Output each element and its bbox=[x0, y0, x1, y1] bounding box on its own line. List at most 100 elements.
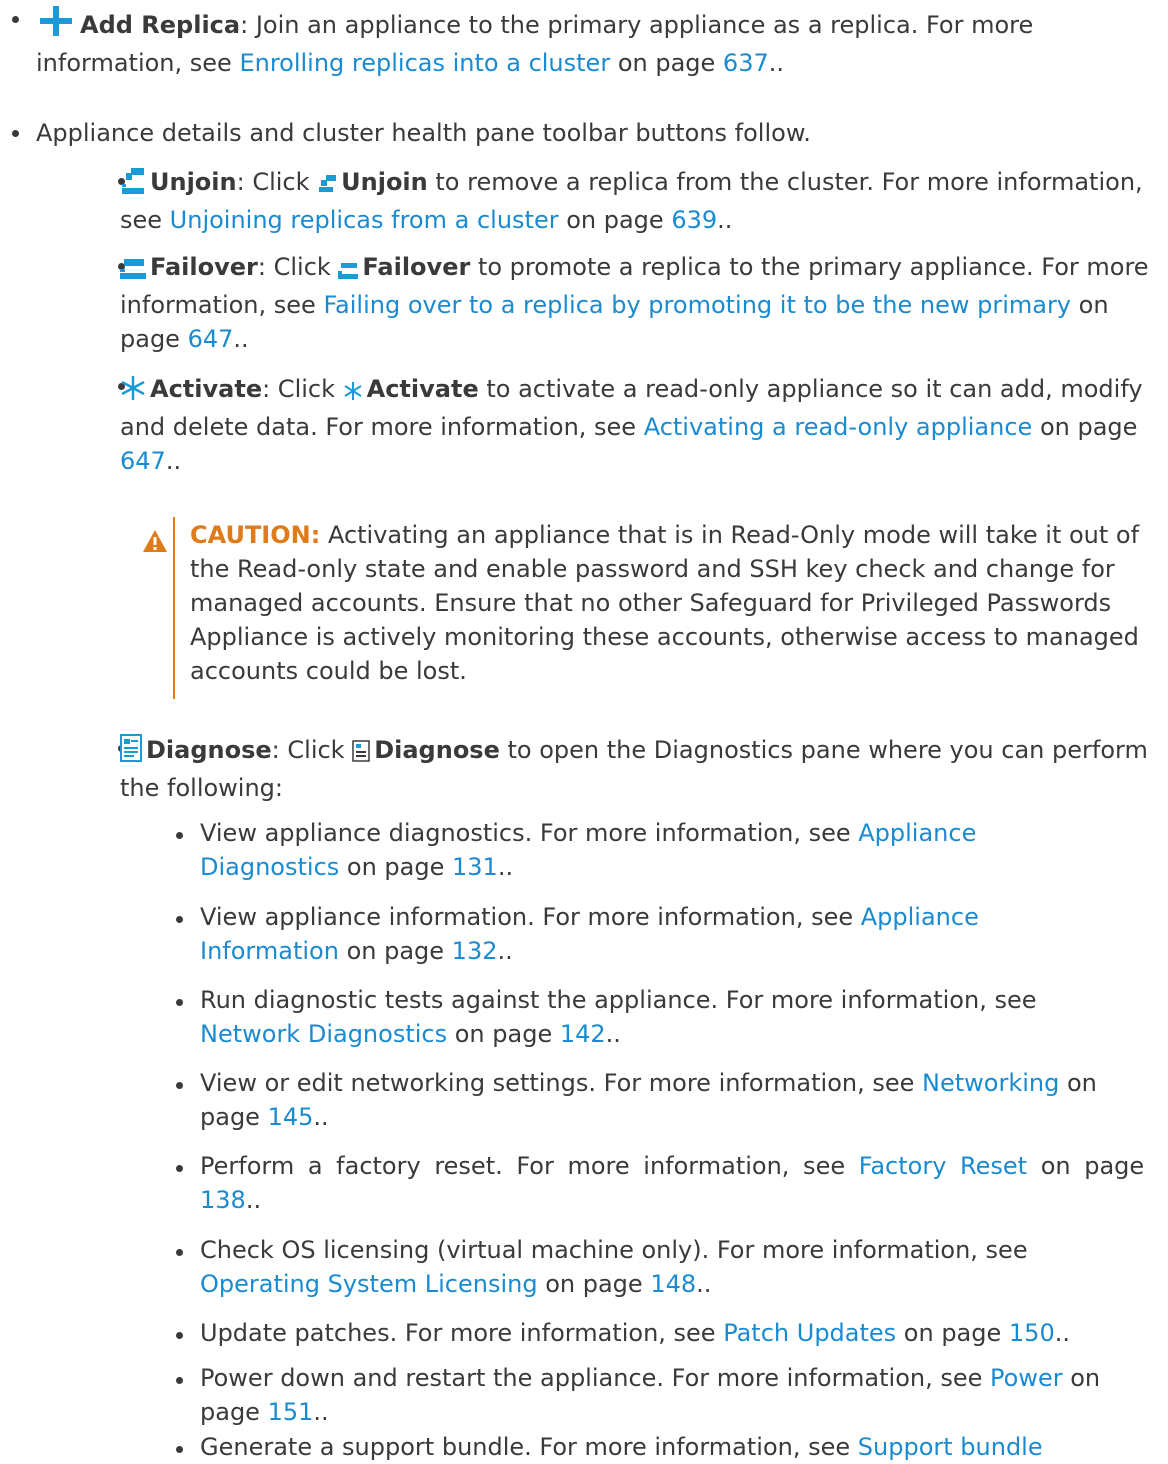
caution-note: CAUTION: Activating an appliance that is… bbox=[190, 518, 1155, 688]
end-text: .. bbox=[313, 1103, 329, 1131]
caution-label: CAUTION: bbox=[190, 521, 321, 549]
on-page-text: on page bbox=[1027, 1152, 1145, 1180]
on-page-text: on page bbox=[610, 49, 723, 77]
on-page-text: on page bbox=[447, 1020, 560, 1048]
end-text: .. bbox=[717, 206, 733, 234]
toolbar-intro: Appliance details and cluster health pan… bbox=[36, 119, 811, 147]
diag-item: View appliance diagnostics. For more inf… bbox=[200, 816, 1100, 884]
diagnose-title: Diagnose bbox=[146, 736, 272, 764]
diag-item: Update patches. For more information, se… bbox=[200, 1316, 1160, 1350]
diag-text: Check OS licensing (virtual machine only… bbox=[200, 1236, 1028, 1264]
page-132-link[interactable]: 132 bbox=[452, 937, 498, 965]
end-text: .. bbox=[245, 1186, 262, 1214]
on-page-text: on page bbox=[339, 853, 452, 881]
diag-item: Run diagnostic tests against the applian… bbox=[200, 983, 1080, 1051]
end-text: .. bbox=[696, 1270, 712, 1298]
page-131-link[interactable]: 131 bbox=[452, 853, 498, 881]
page-647-link-2[interactable]: 647 bbox=[120, 447, 166, 475]
click-text: : Click bbox=[271, 736, 353, 764]
enrolling-replicas-link[interactable]: Enrolling replicas into a cluster bbox=[239, 49, 610, 77]
click-text: : Click bbox=[236, 168, 318, 196]
activate-small-icon bbox=[343, 376, 363, 410]
diag-item: View appliance information. For more inf… bbox=[200, 900, 1100, 968]
end-text: .. bbox=[497, 853, 514, 881]
bullet bbox=[176, 999, 183, 1006]
factory-reset-link[interactable]: Factory Reset bbox=[859, 1152, 1027, 1180]
page-151-link[interactable]: 151 bbox=[268, 1398, 314, 1426]
diagnose-item: Diagnose: Click Diagnose to open the Dia… bbox=[120, 733, 1160, 805]
bullet bbox=[176, 1082, 183, 1089]
bullet bbox=[12, 130, 19, 137]
unjoin-title-2: Unjoin bbox=[341, 168, 428, 196]
patch-updates-link[interactable]: Patch Updates bbox=[723, 1319, 896, 1347]
diag-text: Run diagnostic tests against the applian… bbox=[200, 986, 1037, 1014]
bullet bbox=[176, 1249, 183, 1256]
on-page-text: on page bbox=[1032, 413, 1138, 441]
diag-text: Update patches. For more information, se… bbox=[200, 1319, 724, 1347]
diag-item: Check OS licensing (virtual machine only… bbox=[200, 1233, 1120, 1301]
page-145-link[interactable]: 145 bbox=[268, 1103, 314, 1131]
page-637-link[interactable]: 637 bbox=[723, 49, 769, 77]
diag-text: Generate a support bundle. For more info… bbox=[200, 1433, 858, 1461]
diag-text: View appliance information. For more inf… bbox=[200, 903, 861, 931]
caution-bar bbox=[173, 517, 175, 699]
warning-icon bbox=[142, 528, 168, 562]
unjoining-replicas-link[interactable]: Unjoining replicas from a cluster bbox=[170, 206, 559, 234]
os-licensing-link[interactable]: Operating System Licensing bbox=[200, 1270, 538, 1298]
page-647-link[interactable]: 647 bbox=[188, 325, 234, 353]
on-page-text: on page bbox=[338, 937, 452, 965]
failover-title-2: Failover bbox=[362, 253, 471, 281]
document-page: Add Replica: Join an appliance to the pr… bbox=[0, 0, 1168, 1463]
bullet bbox=[176, 1446, 183, 1453]
page-150-link[interactable]: 150 bbox=[1009, 1319, 1055, 1347]
diag-item: View or edit networking settings. For mo… bbox=[200, 1066, 1155, 1134]
caution-text: Activating an appliance that is in Read-… bbox=[190, 521, 1140, 685]
activate-title: Activate bbox=[150, 375, 263, 403]
diag-item: Perform a factory reset. For more inform… bbox=[200, 1149, 1155, 1217]
diag-text: Perform a factory reset. For more inform… bbox=[200, 1152, 859, 1180]
bullet bbox=[176, 1165, 183, 1172]
bullet bbox=[176, 916, 183, 923]
end-text: .. bbox=[233, 325, 249, 353]
failover-small-icon bbox=[338, 254, 359, 288]
activate-title-2: Activate bbox=[366, 375, 479, 403]
unjoin-small-icon bbox=[317, 169, 337, 203]
networking-link[interactable]: Networking bbox=[922, 1069, 1059, 1097]
on-page-text: on page bbox=[896, 1319, 1009, 1347]
failover-title: Failover bbox=[150, 253, 258, 281]
bullet bbox=[176, 1377, 183, 1384]
diag-text: View appliance diagnostics. For more inf… bbox=[200, 819, 859, 847]
activate-icon bbox=[120, 375, 146, 410]
unjoin-icon bbox=[120, 168, 146, 203]
diagnose-icon bbox=[120, 734, 142, 771]
activate-item: Activate: Click Activate to activate a r… bbox=[120, 372, 1160, 478]
click-text: : Click bbox=[262, 375, 343, 403]
add-replica-item: Add Replica: Join an appliance to the pr… bbox=[36, 5, 1146, 80]
add-replica-title: Add Replica bbox=[80, 11, 241, 39]
page-639-link[interactable]: 639 bbox=[671, 206, 717, 234]
on-page-text: on page bbox=[537, 1270, 651, 1298]
end-text: .. bbox=[1054, 1319, 1070, 1347]
end-text: .. bbox=[605, 1020, 621, 1048]
unjoin-title: Unjoin bbox=[150, 168, 237, 196]
page-138-link[interactable]: 138 bbox=[200, 1186, 246, 1214]
failover-icon bbox=[120, 254, 146, 288]
end-text: .. bbox=[497, 937, 513, 965]
diag-text: Power down and restart the appliance. Fo… bbox=[200, 1364, 991, 1392]
diagnose-title-2: Diagnose bbox=[374, 736, 500, 764]
page-142-link[interactable]: 142 bbox=[560, 1020, 606, 1048]
failover-item: Failover: Click Failover to promote a re… bbox=[120, 250, 1155, 356]
bullet bbox=[176, 832, 183, 839]
activating-read-only-link[interactable]: Activating a read-only appliance bbox=[644, 413, 1033, 441]
diag-item: Generate a support bundle. For more info… bbox=[200, 1430, 1155, 1464]
click-text: : Click bbox=[257, 253, 339, 281]
bullet bbox=[12, 16, 19, 23]
power-link[interactable]: Power bbox=[990, 1364, 1063, 1392]
bullet bbox=[176, 1332, 183, 1339]
failing-over-link[interactable]: Failing over to a replica by promoting i… bbox=[323, 291, 1071, 319]
network-diagnostics-link[interactable]: Network Diagnostics bbox=[200, 1020, 447, 1048]
diag-text: View or edit networking settings. For mo… bbox=[200, 1069, 923, 1097]
support-bundle-link[interactable]: Support bundle bbox=[858, 1433, 1043, 1461]
page-148-link[interactable]: 148 bbox=[650, 1270, 696, 1298]
end-text: .. bbox=[165, 447, 182, 475]
